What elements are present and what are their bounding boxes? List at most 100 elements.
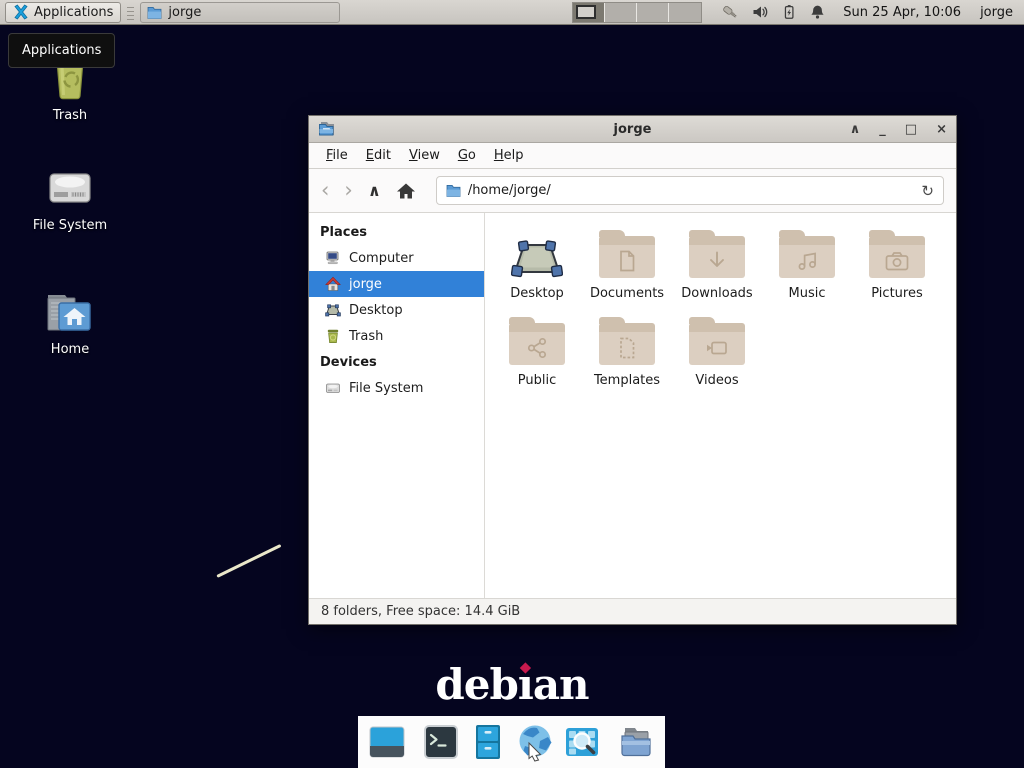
- sidebar-header-devices: Devices: [309, 349, 484, 375]
- logo-text: deb: [435, 660, 517, 709]
- folder-label: Downloads: [681, 286, 752, 301]
- network-plug-icon[interactable]: [721, 3, 739, 21]
- battery-charging-icon[interactable]: [781, 3, 797, 21]
- workspace-2[interactable]: [605, 3, 637, 22]
- desktop-icon-file-system[interactable]: File System: [18, 166, 122, 233]
- folder-label: Templates: [594, 373, 660, 388]
- folder-label: Videos: [695, 373, 738, 388]
- sidebar: Places Computer jorge: [309, 213, 485, 598]
- file-manager-window: jorge ∧ _ □ × File Edit View Go Help ‹ ›…: [308, 115, 957, 625]
- hard-drive-icon: [45, 166, 95, 210]
- folder-item-downloads[interactable]: Downloads: [672, 226, 762, 301]
- window-folder-icon: [318, 121, 336, 137]
- menu-file[interactable]: File: [317, 144, 357, 167]
- desktop-icon-label: File System: [33, 218, 107, 233]
- sidebar-item-label: Trash: [349, 329, 383, 344]
- folder-item-pictures[interactable]: Pictures: [852, 226, 942, 301]
- templates-folder-icon: [599, 323, 655, 365]
- forward-button[interactable]: ›: [344, 180, 352, 201]
- folder-label: Documents: [590, 286, 664, 301]
- top-panel: Applications jorge: [0, 0, 1024, 25]
- folder-item-public[interactable]: Public: [492, 313, 582, 388]
- menu-go[interactable]: Go: [449, 144, 485, 167]
- menu-view[interactable]: View: [400, 144, 449, 167]
- desktop-icon: [325, 302, 341, 318]
- desktop-icon-home[interactable]: Home: [18, 288, 122, 357]
- home-folder-icon: [44, 288, 96, 334]
- sidebar-item-jorge[interactable]: jorge: [309, 271, 484, 297]
- folder-item-videos[interactable]: Videos: [672, 313, 762, 388]
- folder-icon[interactable]: [616, 722, 656, 762]
- home-icon: [325, 276, 341, 292]
- folder-view: Desktop Documents Downloads: [485, 213, 956, 598]
- desktop-icon-label: Trash: [53, 108, 87, 123]
- music-folder-icon: [779, 236, 835, 278]
- web-browser-icon[interactable]: [515, 722, 555, 762]
- status-bar: 8 folders, Free space: 14.4 GiB: [309, 598, 956, 624]
- public-folder-icon: [509, 323, 565, 365]
- folder-icon: [147, 6, 162, 19]
- hard-drive-icon: [325, 380, 341, 396]
- panel-clock[interactable]: Sun 25 Apr, 10:06: [843, 5, 961, 20]
- workspace-1[interactable]: [573, 3, 605, 22]
- applications-menu-label: Applications: [34, 5, 113, 20]
- notification-bell-icon[interactable]: [809, 3, 826, 21]
- panel-username[interactable]: jorge: [980, 5, 1013, 20]
- sidebar-header-places: Places: [309, 219, 484, 245]
- taskbar-window-label: jorge: [168, 5, 201, 20]
- xfce-logo-icon: [13, 4, 29, 20]
- workspace-4[interactable]: [669, 3, 701, 22]
- panel-separator-handle[interactable]: [127, 5, 134, 20]
- videos-folder-icon: [689, 323, 745, 365]
- folder-item-desktop[interactable]: Desktop: [492, 226, 582, 301]
- menu-help[interactable]: Help: [485, 144, 533, 167]
- file-cabinet-icon[interactable]: [468, 722, 508, 762]
- desktop-trapezoid-icon: [509, 236, 565, 278]
- sidebar-item-label: Desktop: [349, 303, 403, 318]
- dock: [358, 716, 665, 768]
- close-button[interactable]: ×: [936, 116, 947, 143]
- application-finder-icon[interactable]: [562, 722, 602, 762]
- minimize-button[interactable]: _: [879, 116, 886, 143]
- up-button[interactable]: ∧: [368, 180, 381, 201]
- path-input[interactable]: [468, 183, 915, 198]
- titlebar[interactable]: jorge ∧ _ □ ×: [309, 116, 956, 143]
- tooltip-text: Applications: [22, 43, 101, 58]
- desktop: Applications jorge: [0, 0, 1024, 768]
- folder-item-music[interactable]: Music: [762, 226, 852, 301]
- debian-wallpaper-logo: debıan: [435, 660, 588, 709]
- path-bar[interactable]: ↻: [436, 176, 944, 205]
- home-button[interactable]: [396, 182, 416, 200]
- folder-label: Public: [518, 373, 556, 388]
- sidebar-item-file-system[interactable]: File System: [309, 375, 484, 401]
- taskbar-window-button[interactable]: jorge: [140, 2, 340, 23]
- applications-tooltip: Applications: [8, 33, 115, 68]
- maximize-button[interactable]: □: [905, 116, 917, 143]
- computer-icon: [325, 250, 341, 266]
- volume-icon[interactable]: [751, 3, 769, 21]
- workspace-window-preview: [576, 5, 596, 19]
- menu-edit[interactable]: Edit: [357, 144, 400, 167]
- applications-menu-button[interactable]: Applications: [5, 2, 121, 23]
- reload-button[interactable]: ↻: [921, 182, 934, 200]
- terminal-icon[interactable]: [421, 722, 461, 762]
- downloads-folder-icon: [689, 236, 745, 278]
- trash-icon: [325, 328, 341, 344]
- folder-item-documents[interactable]: Documents: [582, 226, 672, 301]
- pictures-folder-icon: [869, 236, 925, 278]
- folder-label: Desktop: [510, 286, 564, 301]
- folder-item-templates[interactable]: Templates: [582, 313, 672, 388]
- workspace-switcher[interactable]: [572, 2, 702, 23]
- back-button[interactable]: ‹: [321, 180, 329, 201]
- desktop-icon-label: Home: [51, 342, 89, 357]
- show-desktop-icon[interactable]: [367, 722, 407, 762]
- sidebar-item-label: File System: [349, 381, 423, 396]
- workspace-3[interactable]: [637, 3, 669, 22]
- logo-text: an: [533, 660, 589, 709]
- shade-button[interactable]: ∧: [850, 116, 861, 143]
- sidebar-item-desktop[interactable]: Desktop: [309, 297, 484, 323]
- sidebar-item-computer[interactable]: Computer: [309, 245, 484, 271]
- folder-label: Music: [789, 286, 826, 301]
- folder-label: Pictures: [871, 286, 922, 301]
- sidebar-item-trash[interactable]: Trash: [309, 323, 484, 349]
